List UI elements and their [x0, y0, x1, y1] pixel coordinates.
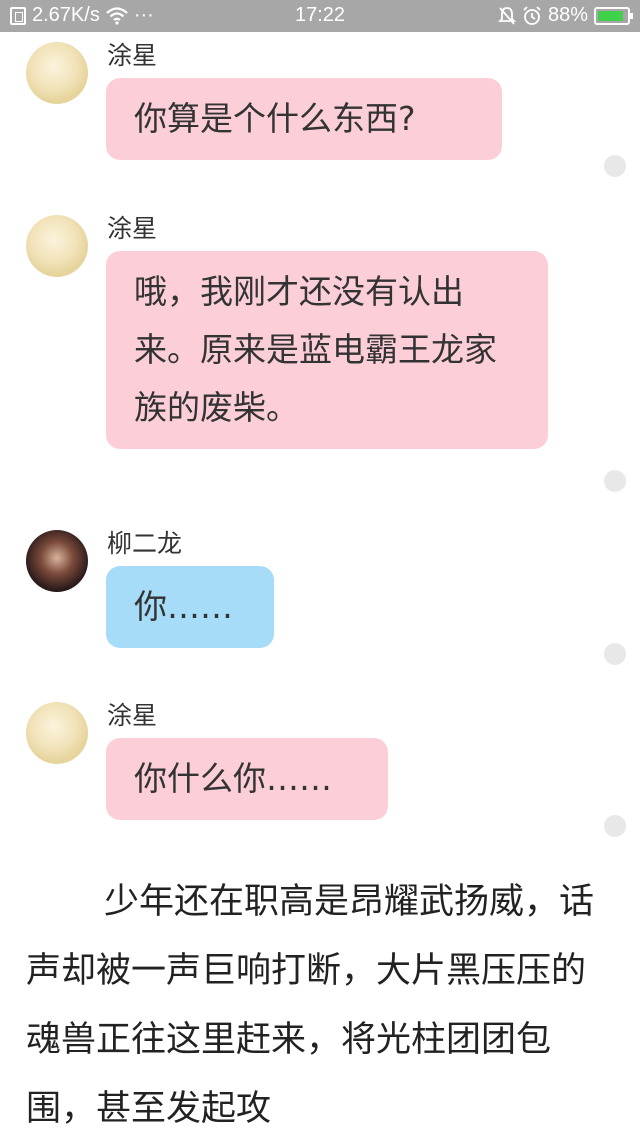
- status-bar: 2.67K/s ··· 17:22 88%: [0, 0, 640, 32]
- message-dot[interactable]: [604, 815, 626, 837]
- message-bubble[interactable]: 你算是个什么东西?: [106, 78, 502, 160]
- avatar[interactable]: [26, 215, 88, 277]
- avatar[interactable]: [26, 702, 88, 764]
- message-dot[interactable]: [604, 155, 626, 177]
- narrative-paragraph: 少年还在职高是昂耀武扬威，话声却被一声巨响打断，大片黑压压的魂兽正往这里赶来，将…: [26, 882, 595, 1129]
- bell-muted-icon: [497, 6, 516, 25]
- sender-name: 涂星: [107, 41, 158, 70]
- status-right: 88%: [497, 4, 633, 27]
- message-dot[interactable]: [604, 643, 626, 665]
- battery-percent: 88%: [547, 4, 588, 26]
- message-dot[interactable]: [604, 470, 626, 492]
- avatar[interactable]: [26, 530, 88, 592]
- message-bubble[interactable]: 你什么你……: [106, 738, 388, 820]
- message-bubble[interactable]: 哦，我刚才还没有认出来。原来是蓝电霸王龙家族的废柴。: [106, 251, 548, 449]
- sender-name: 涂星: [107, 214, 158, 243]
- sender-name: 柳二龙: [107, 529, 183, 558]
- battery-fill: [598, 10, 623, 21]
- avatar[interactable]: [26, 42, 88, 104]
- sender-name: 涂星: [107, 701, 158, 730]
- message-bubble[interactable]: 你……: [106, 566, 274, 648]
- alarm-icon: [523, 5, 541, 25]
- battery-icon: [594, 6, 633, 25]
